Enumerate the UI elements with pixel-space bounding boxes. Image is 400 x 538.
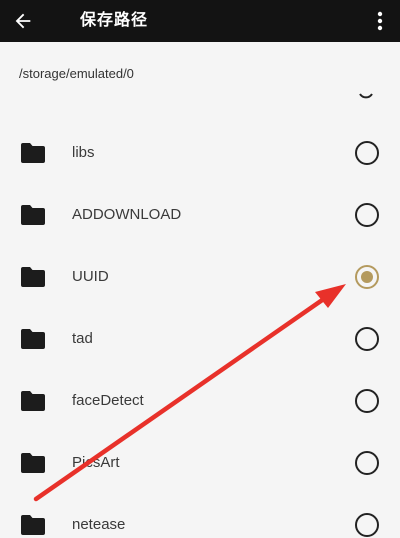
page-title: 保存路径	[80, 10, 149, 29]
folder-name: PicsArt	[72, 454, 120, 471]
folder-icon	[20, 266, 46, 288]
radio-button[interactable]	[355, 141, 379, 165]
more-vertical-icon	[377, 11, 383, 31]
folder-icon	[20, 204, 46, 226]
save-path-screen: 保存路径 /storage/emulated/0 libs ADDOWNLOAD U…	[0, 0, 400, 538]
back-button[interactable]	[6, 4, 40, 38]
folder-icon	[20, 452, 46, 474]
radio-button[interactable]	[355, 203, 379, 227]
radio-button[interactable]	[355, 513, 379, 537]
partial-radio-icon	[359, 93, 373, 99]
folder-name: tad	[72, 330, 93, 347]
folder-row[interactable]: netease	[0, 494, 400, 538]
folder-icon	[20, 390, 46, 412]
radio-button[interactable]	[355, 389, 379, 413]
folder-row[interactable]: UUID	[0, 246, 400, 308]
radio-button[interactable]	[355, 451, 379, 475]
folder-list: libs ADDOWNLOAD UUID tad faceDetect PicsArt ne…	[0, 122, 400, 538]
more-options-button[interactable]	[370, 5, 390, 37]
folder-row[interactable]: libs	[0, 122, 400, 184]
folder-icon	[20, 514, 46, 536]
breadcrumb: /storage/emulated/0	[0, 42, 400, 100]
folder-row[interactable]: ADDOWNLOAD	[0, 184, 400, 246]
radio-button-selected[interactable]	[355, 265, 379, 289]
folder-name: UUID	[72, 268, 109, 285]
folder-name: netease	[72, 516, 126, 533]
radio-button[interactable]	[355, 327, 379, 351]
folder-row[interactable]: PicsArt	[0, 432, 400, 494]
folder-name: faceDetect	[72, 392, 144, 409]
folder-row[interactable]: faceDetect	[0, 370, 400, 432]
arrow-left-icon	[15, 13, 31, 29]
folder-name: ADDOWNLOAD	[72, 206, 182, 223]
folder-row[interactable]: tad	[0, 308, 400, 370]
folder-icon	[20, 328, 46, 350]
app-toolbar: 保存路径	[0, 0, 400, 42]
folder-icon	[20, 142, 46, 164]
current-path: /storage/emulated/0	[19, 66, 134, 81]
folder-name: libs	[72, 144, 95, 161]
